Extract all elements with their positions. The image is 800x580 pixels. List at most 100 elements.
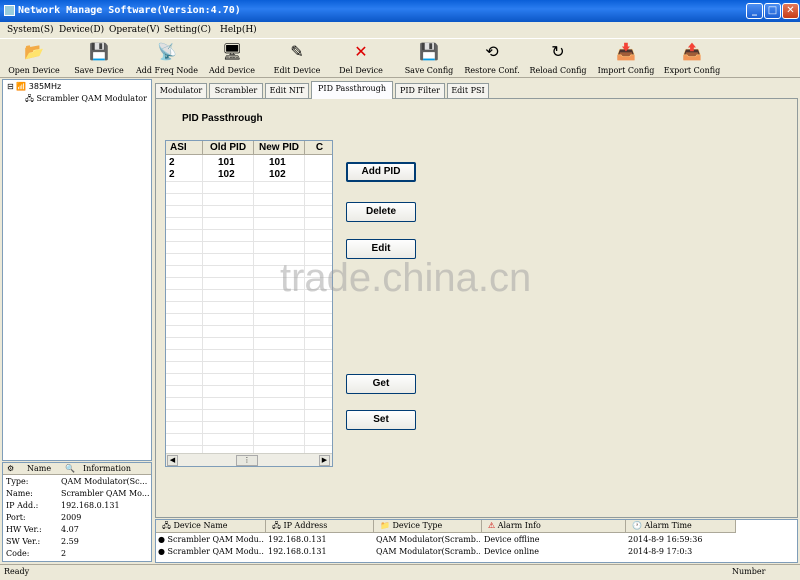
open-device-button[interactable]: 📂 Open Device <box>4 40 64 78</box>
add-device-button[interactable]: 🖥 Add Device <box>204 40 260 78</box>
info-row-code: Code: 2 <box>3 548 151 560</box>
edit-device-button[interactable]: ✎ Edit Device <box>264 40 330 78</box>
device-type-header-icon: 📁 <box>380 521 390 530</box>
log-cell-alarm[interactable]: Device online <box>484 546 624 558</box>
freq-node-icon: 📶 <box>16 82 27 91</box>
info-value: QAM Modulator(Sc... <box>61 477 148 486</box>
menu-system[interactable]: System(S) <box>7 25 54 35</box>
set-button[interactable]: Set <box>346 410 416 430</box>
reload-config-label: Reload Config <box>529 66 587 75</box>
info-row-hw: HW Ver.: 4.07 <box>3 524 151 536</box>
info-value: Scrambler QAM Mo... <box>61 489 150 498</box>
save-config-button[interactable]: 💾 Save Config <box>400 40 458 78</box>
get-button[interactable]: Get <box>346 374 416 394</box>
cell-asi[interactable]: 2 <box>169 169 175 181</box>
grid-line <box>166 385 332 386</box>
log-header-device-type[interactable]: 📁 Device Type <box>374 520 482 533</box>
minimize-button[interactable]: _ <box>746 3 763 19</box>
log-row-icon: ● <box>158 547 165 556</box>
info-row-ip: IP Add.: 192.168.0.131 <box>3 500 151 512</box>
grid-line <box>166 193 332 194</box>
grid-line <box>166 253 332 254</box>
log-header-device-type-label: Device Type <box>392 521 443 530</box>
tab-edit-nit[interactable]: Edit NIT <box>265 83 309 98</box>
reload-config-button[interactable]: ↻ Reload Config <box>526 40 590 78</box>
tab-pid-filter[interactable]: PID Filter <box>395 83 445 98</box>
column-header-old-pid[interactable]: Old PID <box>203 141 254 155</box>
info-key: HW Ver.: <box>6 525 42 534</box>
export-config-label: Export Config <box>663 66 721 75</box>
add-pid-button[interactable]: Add PID <box>346 162 416 182</box>
column-header-new-pid[interactable]: New PID <box>254 141 305 155</box>
log-header-device-name[interactable]: 🖧 Device Name <box>156 520 266 533</box>
title-bar: Network Manage Software(Version:4.70) _ … <box>0 0 800 22</box>
status-number: Number <box>732 567 766 576</box>
scroll-left-icon[interactable]: ◀ <box>167 455 178 466</box>
info-value: 2 <box>61 549 67 558</box>
column-header-c[interactable]: C <box>305 141 332 155</box>
info-value: 4.07 <box>61 525 79 534</box>
tree-node-device[interactable]: 🖧 Scrambler QAM Modulator <box>25 93 147 107</box>
tab-edit-psi[interactable]: Edit PSI <box>447 83 489 98</box>
scroll-thumb[interactable]: ⋮ <box>236 455 258 466</box>
tab-modulator[interactable]: Modulator <box>155 83 207 98</box>
toolbar: 📂 Open Device 💾 Save Device 📡 Add Freq N… <box>0 38 800 78</box>
maximize-button[interactable]: □ <box>764 3 781 19</box>
info-key: Code: <box>6 549 30 558</box>
pid-table[interactable]: ASI Old PID New PID C 2 101 101 2 102 10… <box>165 140 333 467</box>
ip-header-icon: 🖧 <box>272 521 281 530</box>
log-cell-type[interactable]: QAM Modulator(Scramb... <box>376 534 480 546</box>
log-cell-ip[interactable]: 192.168.0.131 <box>268 546 372 558</box>
info-key: Type: <box>6 477 29 486</box>
export-config-button[interactable]: 📤 Export Config <box>660 40 724 78</box>
cell-new-pid[interactable]: 102 <box>269 169 286 181</box>
log-cell-device-name-text: Scrambler QAM Modu... <box>167 547 264 556</box>
close-button[interactable]: ✕ <box>782 3 799 19</box>
tree-node-freq[interactable]: ⊟ 📶 385MHz <box>7 82 61 91</box>
cell-old-pid[interactable]: 102 <box>218 169 235 181</box>
log-cell-ip[interactable]: 192.168.0.131 <box>268 534 372 546</box>
log-header-ip-address[interactable]: 🖧 IP Address <box>266 520 374 533</box>
tab-pid-passthrough[interactable]: PID Passthrough <box>311 81 393 99</box>
device-info-panel: ⚙ Name 🔍 Information Type: QAM Modulator(… <box>2 462 152 562</box>
menu-operate[interactable]: Operate(V) <box>109 25 160 35</box>
column-header-asi[interactable]: ASI <box>166 141 203 155</box>
add-device-label: Add Device <box>208 66 255 75</box>
menu-device[interactable]: Device(D) <box>59 25 104 35</box>
add-device-icon: 🖥 <box>222 42 243 61</box>
info-key: SW Ver.: <box>6 537 41 546</box>
delete-button[interactable]: Delete <box>346 202 416 222</box>
export-config-icon: 📤 <box>682 42 702 61</box>
restore-config-button[interactable]: ⟲ Restore Conf. <box>462 40 522 78</box>
import-config-button[interactable]: 📥 Import Config <box>594 40 658 78</box>
open-device-label: Open Device <box>8 66 60 75</box>
info-header-information: Information <box>83 464 132 473</box>
tab-scrambler[interactable]: Scrambler <box>209 83 263 98</box>
cell-old-pid[interactable]: 101 <box>218 157 235 169</box>
menu-help[interactable]: Help(H) <box>220 25 257 35</box>
log-cell-device-name[interactable]: ● Scrambler QAM Modu... <box>158 546 264 558</box>
log-cell-device-name[interactable]: ● Scrambler QAM Modu... <box>158 534 264 546</box>
cell-asi[interactable]: 2 <box>169 157 175 169</box>
log-header-alarm-info[interactable]: ⚠ Alarm Info <box>482 520 626 533</box>
log-row-icon: ● <box>158 535 165 544</box>
save-device-button[interactable]: 💾 Save Device <box>68 40 130 78</box>
log-cell-time[interactable]: 2014-8-9 17:0:3 <box>628 546 736 558</box>
info-value: 192.168.0.131 <box>61 501 120 510</box>
grid-line <box>166 241 332 242</box>
grid-line <box>166 217 332 218</box>
scroll-right-icon[interactable]: ▶ <box>319 455 330 466</box>
tree-expand-icon[interactable]: ⊟ <box>7 82 14 91</box>
cell-new-pid[interactable]: 101 <box>269 157 286 169</box>
add-freq-node-button[interactable]: 📡 Add Freq Node <box>134 40 200 78</box>
del-device-label: Del Device <box>339 66 383 75</box>
import-config-icon: 📥 <box>616 42 636 61</box>
log-cell-type[interactable]: QAM Modulator(Scramb... <box>376 546 480 558</box>
horizontal-scrollbar[interactable]: ◀ ⋮ ▶ <box>166 453 332 466</box>
log-cell-time[interactable]: 2014-8-9 16:59:36 <box>628 534 736 546</box>
del-device-button[interactable]: ✕ Del Device <box>332 40 390 78</box>
log-header-alarm-time[interactable]: 🕐 Alarm Time <box>626 520 736 533</box>
menu-setting[interactable]: Setting(C) <box>164 25 211 35</box>
alarm-log-list[interactable]: 🖧 Device Name 🖧 IP Address 📁 Device Type… <box>155 519 798 563</box>
log-cell-alarm[interactable]: Device offline <box>484 534 624 546</box>
